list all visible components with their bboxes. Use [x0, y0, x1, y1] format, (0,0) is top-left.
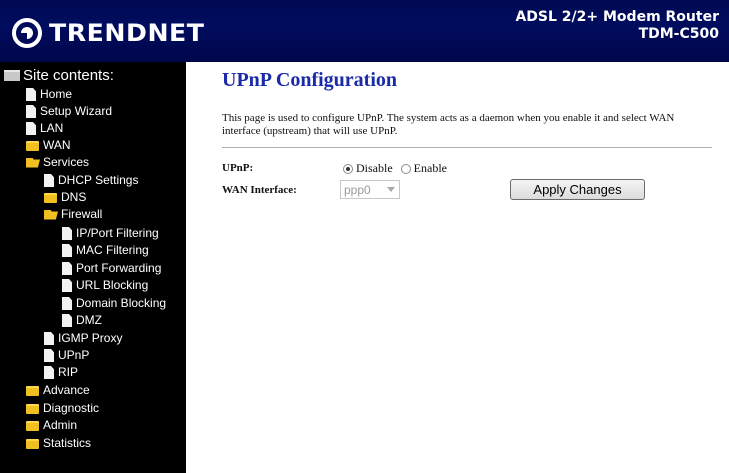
main-content: UPnP Configuration This page is used to … [186, 62, 729, 473]
sidebar-item-mac-filtering[interactable]: MAC Filtering [62, 242, 149, 259]
sidebar-item-wan[interactable]: WAN [26, 137, 71, 154]
sidebar-item-dhcp-settings[interactable]: DHCP Settings [44, 172, 138, 189]
upnp-disable-radio[interactable] [343, 163, 353, 174]
product-name: ADSL 2/2+ Modem Router TDM-C500 [515, 9, 719, 43]
folder-icon [26, 403, 39, 414]
page-icon [62, 262, 72, 275]
sidebar-item-url-blocking[interactable]: URL Blocking [62, 277, 148, 294]
sidebar-item-diagnostic[interactable]: Diagnostic [26, 400, 99, 417]
logo-text: TRENDNET [49, 19, 205, 47]
page-icon [26, 88, 36, 101]
site-contents-icon [4, 70, 20, 81]
sidebar-item-label: Home [40, 87, 73, 101]
sidebar-item-port-forwarding[interactable]: Port Forwarding [62, 260, 161, 277]
upnp-label: UPnP: [222, 162, 254, 174]
trendnet-logo: TRENDNET [12, 15, 204, 51]
sidebar-item-lan[interactable]: LAN [26, 120, 63, 137]
page-icon [62, 244, 72, 257]
sidebar-item-igmp-proxy[interactable]: IGMP Proxy [44, 330, 122, 347]
page-icon [26, 122, 36, 135]
sidebar-item-firewall[interactable]: Firewall [44, 206, 102, 223]
sidebar-item-label: RIP [58, 365, 79, 379]
folder-icon [26, 385, 39, 396]
wan-interface-select[interactable]: ppp0 [340, 180, 400, 199]
page-icon [62, 297, 72, 310]
sidebar-item-label: MAC Filtering [76, 243, 149, 257]
sidebar-item-label: UPnP [58, 348, 90, 362]
product-model: TDM-C500 [638, 26, 719, 42]
wan-interface-label: WAN Interface: [222, 184, 297, 196]
page-icon [44, 366, 54, 379]
divider [222, 147, 712, 148]
folder-icon [26, 140, 39, 151]
page-description: This page is used to configure UPnP. The… [222, 112, 675, 137]
sidebar-item-label: DMZ [76, 313, 102, 327]
sidebar: Site contents: Home Setup Wizard LAN WAN… [0, 62, 186, 473]
sidebar-item-label: Admin [43, 418, 78, 432]
upnp-disable-option[interactable]: Disable [343, 161, 393, 176]
sidebar-item-label: Firewall [61, 207, 103, 221]
sidebar-item-home[interactable]: Home [26, 86, 72, 103]
sidebar-item-admin[interactable]: Admin [26, 417, 77, 434]
folder-icon [26, 438, 39, 449]
sidebar-item-label: DHCP Settings [58, 173, 139, 187]
upnp-disable-label: Disable [356, 161, 393, 175]
wan-interface-value: ppp0 [344, 182, 371, 197]
sidebar-item-label: Services [43, 155, 90, 169]
sidebar-item-label: Advance [43, 383, 90, 397]
upnp-enable-radio[interactable] [400, 163, 411, 174]
sidebar-item-domain-blocking[interactable]: Domain Blocking [62, 295, 166, 312]
sidebar-item-dns[interactable]: DNS [44, 189, 86, 206]
sidebar-item-label: Domain Blocking [76, 296, 167, 310]
page-icon [62, 314, 72, 327]
folder-icon [26, 420, 39, 431]
sidebar-item-upnp[interactable]: UPnP [44, 347, 89, 364]
sidebar-item-rip[interactable]: RIP [44, 364, 78, 381]
sidebar-item-label: Statistics [43, 436, 92, 450]
trendnet-logo-icon [12, 18, 42, 48]
page-icon [44, 174, 54, 187]
sidebar-item-label: Setup Wizard [40, 104, 113, 118]
sidebar-item-label: URL Blocking [76, 278, 149, 292]
page-icon [44, 349, 54, 362]
apply-changes-button[interactable]: Apply Changes [510, 179, 645, 200]
sidebar-title-label: Site contents: [23, 67, 114, 84]
page-icon [62, 279, 72, 292]
sidebar-item-services[interactable]: Services [26, 154, 89, 171]
sidebar-item-label: IP/Port Filtering [76, 226, 159, 240]
page-icon [26, 105, 36, 118]
upnp-enable-option[interactable]: Enable [400, 161, 447, 176]
sidebar-item-label: LAN [40, 121, 64, 135]
chevron-down-icon [387, 187, 395, 192]
sidebar-item-label: DNS [61, 190, 87, 204]
folder-open-icon [44, 209, 58, 220]
header-banner: TRENDNET ADSL 2/2+ Modem Router TDM-C500 [0, 0, 729, 62]
sidebar-title: Site contents: [4, 67, 114, 84]
sidebar-item-dmz[interactable]: DMZ [62, 312, 102, 329]
sidebar-item-label: WAN [43, 138, 71, 152]
sidebar-item-label: Diagnostic [43, 401, 100, 415]
upnp-radio-group: Disable Enable [343, 161, 455, 176]
page-title: UPnP Configuration [222, 69, 398, 91]
product-line: ADSL 2/2+ Modem Router [515, 9, 719, 25]
page-icon [44, 332, 54, 345]
sidebar-item-statistics[interactable]: Statistics [26, 435, 91, 452]
folder-open-icon [26, 157, 40, 168]
upnp-enable-label: Enable [413, 161, 447, 175]
folder-icon [44, 192, 57, 203]
sidebar-item-label: Port Forwarding [76, 261, 162, 275]
sidebar-item-label: IGMP Proxy [58, 331, 123, 345]
sidebar-item-advance[interactable]: Advance [26, 382, 90, 399]
sidebar-item-setup-wizard[interactable]: Setup Wizard [26, 103, 112, 120]
sidebar-item-ip-port-filtering[interactable]: IP/Port Filtering [62, 225, 159, 242]
page-icon [62, 227, 72, 240]
